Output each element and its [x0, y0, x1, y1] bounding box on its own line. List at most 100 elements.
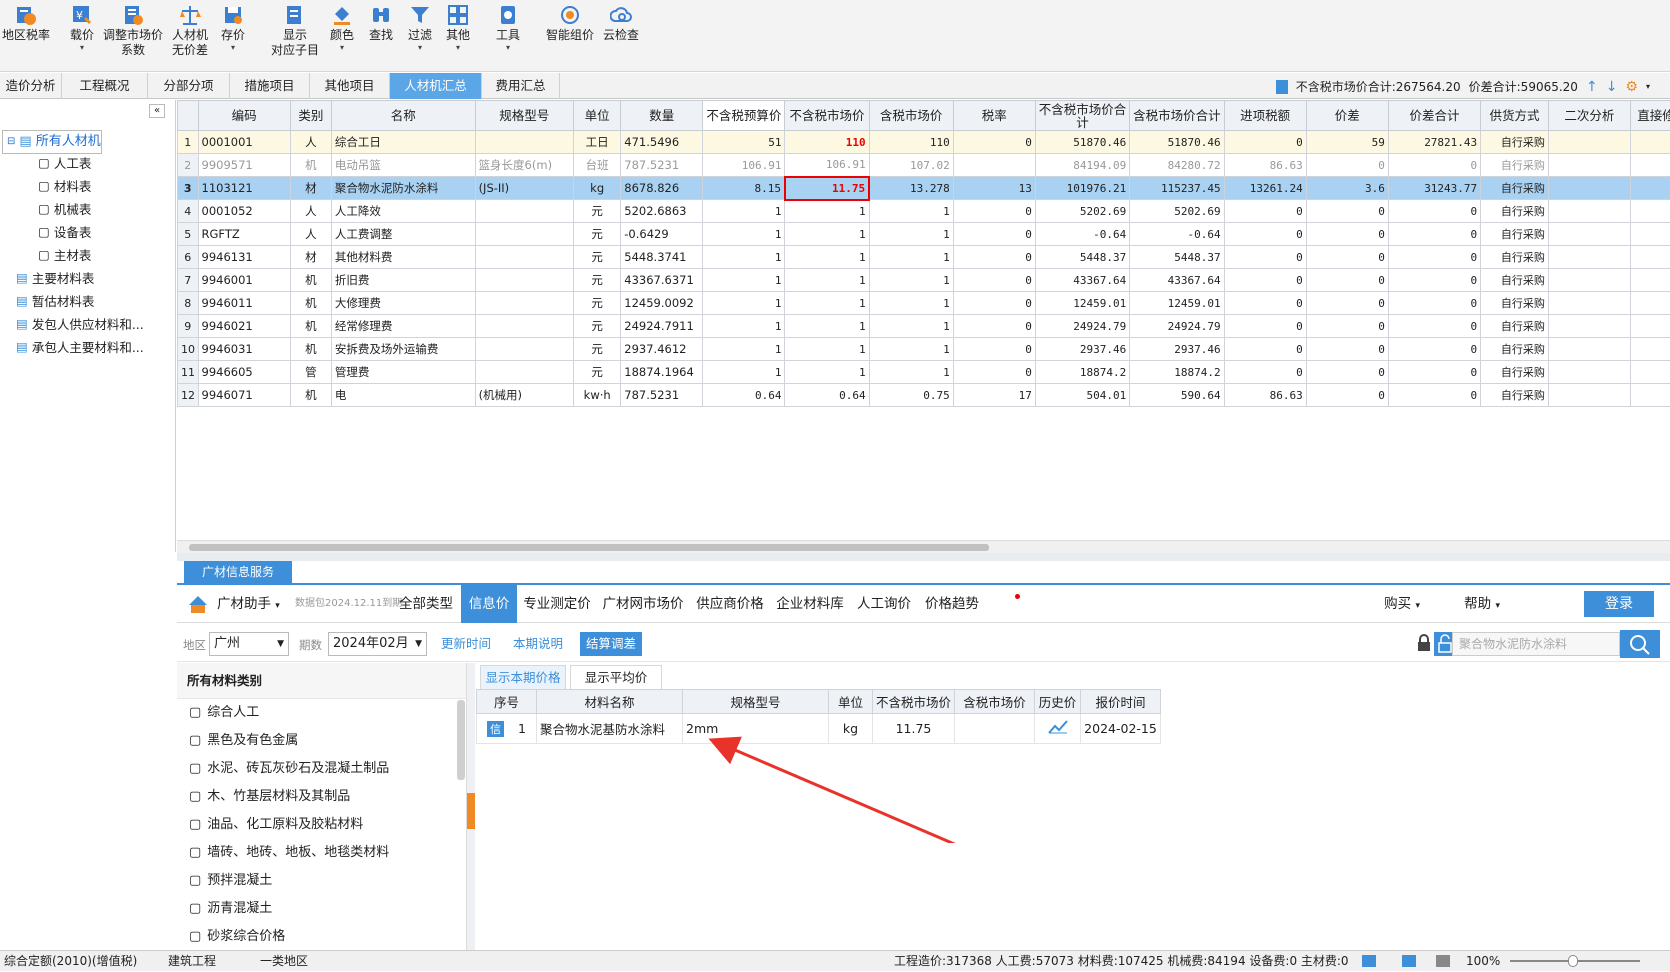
table-cell[interactable]: 787.5231	[621, 384, 703, 407]
table-cell[interactable]: 1	[703, 338, 785, 361]
table-cell[interactable]	[475, 338, 574, 361]
table-cell[interactable]: 1	[869, 246, 953, 269]
smart-pricing-button[interactable]: 智能组价	[544, 4, 596, 43]
table-cell[interactable]: 8.15	[703, 177, 785, 200]
table-cell[interactable]: 元	[574, 292, 621, 315]
login-button[interactable]: 登录	[1584, 591, 1654, 617]
header-col-7[interactable]: 不含税市场价	[785, 101, 869, 131]
table-cell[interactable]: 9946071	[198, 384, 290, 407]
table-cell[interactable]: 27821.43	[1388, 131, 1480, 154]
header-col-5[interactable]: 数量	[621, 101, 703, 131]
tab-other-items[interactable]: 其他项目	[310, 73, 390, 99]
table-cell[interactable]: 51870.46	[1130, 131, 1224, 154]
table-cell[interactable]	[475, 246, 574, 269]
tab-labor-material-summary[interactable]: 人材机汇总	[390, 73, 482, 99]
table-cell[interactable]: 篮身长度6(m)	[475, 154, 574, 177]
nav-info-price[interactable]: 信息价	[461, 585, 517, 623]
table-row[interactable]: 129946071机电(机械用)kw·h787.52310.640.640.75…	[178, 384, 1670, 407]
zoom-slider-handle[interactable]	[1568, 955, 1578, 967]
row-index[interactable]: 5	[178, 223, 199, 246]
table-cell[interactable]: 2937.46	[1130, 338, 1224, 361]
price-header-col-6[interactable]: 历史价	[1035, 690, 1081, 714]
table-cell[interactable]: 787.5231	[621, 154, 703, 177]
table-cell[interactable]	[1630, 315, 1670, 338]
table-cell[interactable]: 5202.69	[1035, 200, 1129, 223]
table-cell[interactable]: 51870.46	[1035, 131, 1129, 154]
filter-button[interactable]: 过滤 ▾	[404, 4, 436, 53]
category-item[interactable]: ▢黑色及有色金属	[177, 727, 466, 755]
table-cell[interactable]: 元	[574, 269, 621, 292]
row-index[interactable]: 12	[178, 384, 199, 407]
scrollbar-thumb[interactable]	[189, 544, 989, 551]
table-cell[interactable]: 9946131	[198, 246, 290, 269]
table-cell[interactable]: 0	[1224, 315, 1306, 338]
table-cell[interactable]: 84280.72	[1130, 154, 1224, 177]
table-cell[interactable]: 1	[869, 223, 953, 246]
sidebar-item-labor[interactable]: ▢人工表	[38, 153, 91, 172]
table-cell[interactable]: 0001052	[198, 200, 290, 223]
table-cell[interactable]	[1548, 292, 1630, 315]
arrow-up-icon[interactable]: ↑	[1586, 79, 1598, 95]
table-cell[interactable]: 0	[1388, 315, 1480, 338]
no-price-diff-button[interactable]: 人材机 无价差	[168, 4, 212, 58]
table-cell[interactable]	[475, 200, 574, 223]
table-cell[interactable]: 0	[1224, 269, 1306, 292]
period-note-button[interactable]: 本期说明	[507, 632, 569, 656]
table-cell[interactable]: 8678.826	[621, 177, 703, 200]
table-cell[interactable]: 0001001	[198, 131, 290, 154]
table-cell[interactable]: 0	[953, 361, 1035, 384]
header-col-2[interactable]: 名称	[331, 101, 475, 131]
table-cell[interactable]: 元	[574, 246, 621, 269]
category-item[interactable]: ▢墙砖、地砖、地板、地毯类材料	[177, 839, 466, 867]
table-cell[interactable]: 0	[1224, 338, 1306, 361]
table-cell[interactable]: 自行采购	[1481, 154, 1549, 177]
table-row[interactable]: 31103121材聚合物水泥防水涂料(JS-II)kg8678.8268.151…	[178, 177, 1670, 200]
lock-icon[interactable]	[1416, 634, 1432, 652]
row-index[interactable]: 6	[178, 246, 199, 269]
table-cell[interactable]: 材	[290, 246, 331, 269]
nav-all-types[interactable]: 全部类型	[395, 585, 457, 623]
minus-icon[interactable]: ⊟	[7, 131, 15, 153]
view-split-icon[interactable]	[1402, 955, 1416, 967]
table-cell[interactable]: 24924.7911	[621, 315, 703, 338]
table-cell[interactable]: 1	[785, 269, 869, 292]
table-cell[interactable]: 9946001	[198, 269, 290, 292]
show-sub-items-button[interactable]: 显示 对应子目	[268, 4, 322, 58]
table-cell[interactable]: 机	[290, 154, 331, 177]
table-cell[interactable]: 折旧费	[331, 269, 475, 292]
tab-sub-items[interactable]: 分部分项	[148, 73, 230, 99]
table-cell[interactable]: 1	[785, 223, 869, 246]
table-cell[interactable]: 自行采购	[1481, 269, 1549, 292]
table-cell[interactable]: 0	[1224, 223, 1306, 246]
table-cell[interactable]: 人工费调整	[331, 223, 475, 246]
view-normal-icon[interactable]	[1362, 955, 1376, 967]
table-cell[interactable]: 31243.77	[1388, 177, 1480, 200]
splitter-knob[interactable]	[467, 793, 475, 829]
table-cell[interactable]: 13.278	[869, 177, 953, 200]
sidebar-item-equipment[interactable]: ▢设备表	[38, 222, 91, 241]
table-cell[interactable]: 1	[785, 246, 869, 269]
table-cell[interactable]: 5448.37	[1130, 246, 1224, 269]
table-row[interactable]: 5RGFTZ人人工费调整元-0.64291110-0.64-0.64000自行采…	[178, 223, 1670, 246]
table-cell[interactable]: 自行采购	[1481, 177, 1549, 200]
table-cell[interactable]: 1	[703, 223, 785, 246]
header-col-12[interactable]: 进项税额	[1224, 101, 1306, 131]
table-row[interactable]: 10001001人综合工日工日471.549651110110051870.46…	[178, 131, 1670, 154]
table-cell[interactable]: 电	[331, 384, 475, 407]
filter-status-icon[interactable]	[1276, 80, 1288, 94]
table-row[interactable]: 29909571机电动吊篮篮身长度6(m)台班787.5231106.91106…	[178, 154, 1670, 177]
table-cell[interactable]: 0	[1224, 200, 1306, 223]
sidebar-item-main-material[interactable]: ▢主材表	[38, 245, 91, 264]
table-cell[interactable]: 86.63	[1224, 384, 1306, 407]
header-col-9[interactable]: 税率	[953, 101, 1035, 131]
table-cell[interactable]: 机	[290, 315, 331, 338]
table-cell[interactable]	[475, 131, 574, 154]
table-cell[interactable]: 1	[869, 292, 953, 315]
table-cell[interactable]: 1	[703, 200, 785, 223]
table-cell[interactable]: 0	[1306, 154, 1388, 177]
table-cell[interactable]: 自行采购	[1481, 384, 1549, 407]
nav-labor-inquiry[interactable]: 人工询价	[851, 585, 917, 623]
table-cell[interactable]: 0	[1388, 361, 1480, 384]
price-header-col-7[interactable]: 报价时间	[1081, 690, 1161, 714]
table-cell[interactable]: 11.75	[785, 177, 869, 200]
